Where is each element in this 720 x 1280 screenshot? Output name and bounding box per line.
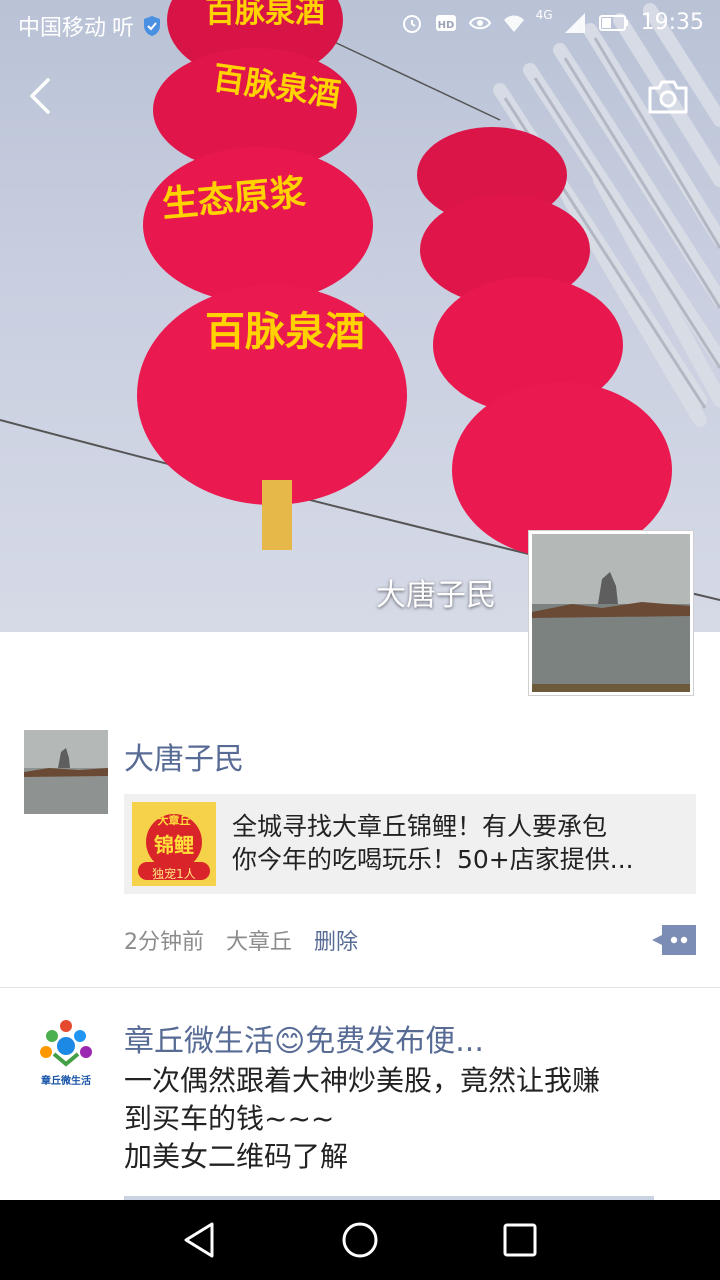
- eye-icon: [468, 16, 491, 29]
- moment-post: 大唐子民 大章丘 锦鲤 独宠1人 全城寻找大章丘锦鲤！有人要承包 你今年的吃喝玩…: [0, 730, 720, 986]
- profile-avatar[interactable]: [528, 530, 694, 696]
- post-text-line: 一次偶然跟着大神炒美股，竟然让我赚: [124, 1064, 601, 1097]
- post-time: 2分钟前: [124, 930, 204, 955]
- nav-recents-icon[interactable]: [498, 1218, 542, 1262]
- post-author[interactable]: 大唐子民: [124, 734, 244, 778]
- nav-home-icon[interactable]: [338, 1218, 382, 1262]
- back-arrow-icon[interactable]: [20, 74, 64, 118]
- shared-title-line: 全城寻找大章丘锦鲤！有人要承包: [232, 812, 608, 841]
- shared-title-line: 你今年的吃喝玩乐！50+店家提供...: [232, 845, 634, 874]
- post-location[interactable]: 大章丘: [226, 924, 292, 956]
- post-text-line: 加美女二维码了解: [124, 1140, 349, 1173]
- shared-link-title: 全城寻找大章丘锦鲤！有人要承包 你今年的吃喝玩乐！50+店家提供...: [232, 810, 682, 876]
- avatar-label: 章丘微生活: [41, 1076, 91, 1087]
- post-avatar[interactable]: 章丘微生活: [24, 1012, 108, 1096]
- status-bar: 中国移动 听 HD 4G 19:35: [0, 0, 720, 50]
- battery-icon: [598, 14, 628, 31]
- post-meta: 2分钟前 大章丘 删除: [124, 924, 358, 956]
- thumb-bottom-text: 独宠1人: [152, 867, 196, 881]
- post-divider: [0, 987, 720, 988]
- post-text-line: 到买车的钱~~~: [124, 1102, 335, 1135]
- wifi-icon: [503, 15, 524, 32]
- seaside-rock-image: [532, 534, 690, 692]
- delete-button[interactable]: 删除: [314, 924, 358, 956]
- hd-icon: HD: [435, 14, 456, 31]
- post-text: 一次偶然跟着大神炒美股，竟然让我赚 到买车的钱~~~ 加美女二维码了解: [124, 1062, 694, 1176]
- koi-thumbnail: 大章丘 锦鲤 独宠1人: [132, 802, 216, 886]
- signal-icon: [564, 12, 585, 33]
- comment-more-icon[interactable]: [652, 925, 696, 955]
- moment-post: 章丘微生活 章丘微生活😊免费发布便... 一次偶然跟着大神炒美股，竟然让我赚 到…: [0, 1012, 720, 1202]
- profile-name[interactable]: 大唐子民: [376, 570, 496, 614]
- post-author[interactable]: 章丘微生活😊免费发布便...: [124, 1016, 484, 1060]
- post-avatar[interactable]: [24, 730, 108, 814]
- lantern-text: 百脉泉酒: [205, 308, 365, 355]
- system-nav-bar: [0, 1200, 720, 1280]
- camera-icon[interactable]: [646, 78, 690, 116]
- carrier-extra-label: 听: [112, 16, 135, 41]
- alarm-icon: [402, 14, 421, 33]
- network-label: 4G: [535, 7, 553, 22]
- seaside-rock-avatar-image: [24, 730, 108, 814]
- carrier-label: 中国移动: [18, 16, 107, 41]
- nav-back-icon[interactable]: [178, 1218, 222, 1262]
- clock-label: 19:35: [640, 10, 704, 35]
- thumb-top-text: 大章丘: [157, 814, 191, 827]
- shield-icon: [144, 16, 161, 36]
- shared-link-card[interactable]: 大章丘 锦鲤 独宠1人 全城寻找大章丘锦鲤！有人要承包 你今年的吃喝玩乐！50+…: [124, 794, 696, 894]
- svg-text:HD: HD: [437, 20, 454, 31]
- thumb-main-text: 锦鲤: [154, 833, 194, 857]
